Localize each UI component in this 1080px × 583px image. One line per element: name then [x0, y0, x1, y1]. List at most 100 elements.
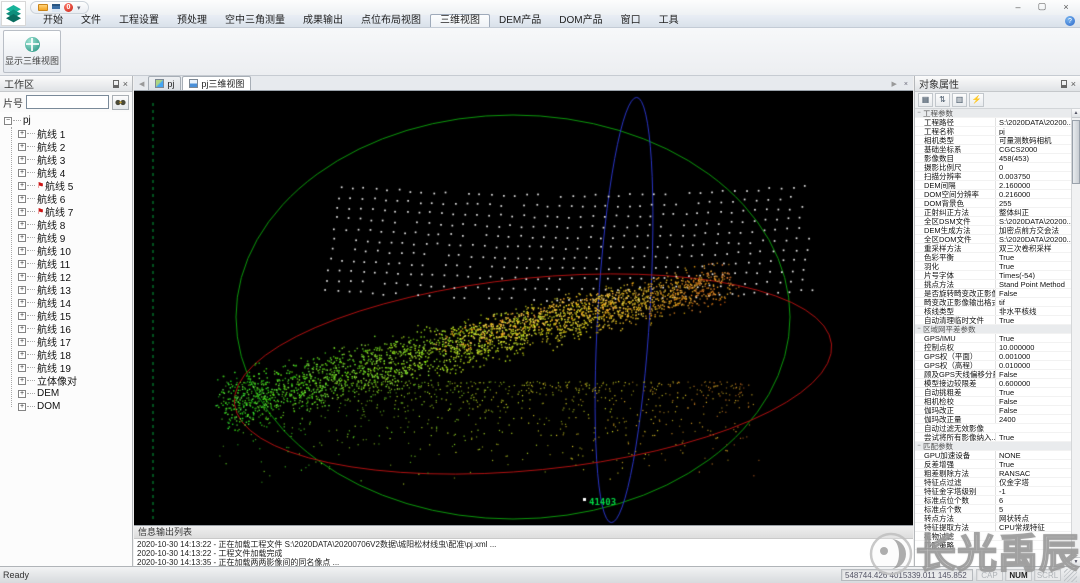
tree-item-21[interactable]: + DOM — [18, 400, 132, 413]
menu-tab-6[interactable]: 点位布局视图 — [352, 14, 430, 27]
expand-icon[interactable]: + — [18, 272, 26, 281]
property-value[interactable]: 网状转点 — [995, 514, 1071, 522]
tree-item-1[interactable]: + 航线 2 — [18, 140, 132, 154]
property-row[interactable]: 自动清理临时文件 True — [915, 316, 1071, 325]
property-value[interactable]: 0 — [995, 163, 1071, 171]
property-row[interactable]: 羽化 True — [915, 262, 1071, 271]
expand-icon[interactable]: + — [18, 207, 26, 216]
tree-item-15[interactable]: + 航线 16 — [18, 322, 132, 336]
property-value[interactable]: True — [995, 262, 1071, 270]
property-row[interactable]: 片号字体 Times(-54) — [915, 271, 1071, 280]
tree-item-17[interactable]: + 航线 18 — [18, 348, 132, 362]
property-value[interactable]: False — [995, 397, 1071, 405]
tree-item-5[interactable]: + 航线 6 — [18, 192, 132, 206]
expand-icon[interactable]: + — [18, 181, 26, 190]
property-value[interactable]: 5 — [995, 505, 1071, 513]
property-value[interactable]: 非水平核线 — [995, 307, 1071, 315]
property-row[interactable]: DEM生成方法 加密点前方交会法 — [915, 226, 1071, 235]
tree-item-12[interactable]: + 航线 13 — [18, 283, 132, 297]
property-group-1[interactable]: − 区域网平差参数 — [915, 325, 1071, 334]
expand-icon[interactable]: + — [18, 246, 26, 255]
show-3d-view-button[interactable]: 显示三维视图 — [3, 30, 61, 73]
property-value[interactable]: 255 — [995, 199, 1071, 207]
property-row[interactable]: 特征点过滤 仅金字塔 — [915, 478, 1071, 487]
property-row[interactable]: 全区DOM文件 S:\2020DATA\20200... — [915, 235, 1071, 244]
property-value[interactable]: 0.010000 — [995, 361, 1071, 369]
property-row[interactable]: GPS权（平面） 0.001000 — [915, 352, 1071, 361]
property-row[interactable]: 粗差剔除方法 RANSAC — [915, 469, 1071, 478]
property-row[interactable]: GPU加速设备 NONE — [915, 451, 1071, 460]
property-value[interactable]: 6 — [995, 496, 1071, 504]
sort-az-icon[interactable]: ⇅ — [935, 93, 950, 107]
property-row[interactable]: 影像数目 458(453) — [915, 154, 1071, 163]
property-value[interactable]: CPU常规特征 — [995, 523, 1071, 531]
property-scrollbar[interactable]: ▲ ▼ — [1071, 109, 1080, 566]
tab-close-icon[interactable]: × — [901, 81, 911, 90]
property-value[interactable]: 整体纠正 — [995, 208, 1071, 216]
property-row[interactable]: 自动过滤无效影像 — [915, 424, 1071, 433]
menu-tab-0[interactable]: 开始 — [34, 14, 72, 27]
help-icon[interactable]: ? — [1065, 16, 1075, 26]
minimize-button[interactable]: – — [1006, 0, 1030, 13]
expand-icon[interactable]: + — [18, 220, 26, 229]
property-value[interactable]: True — [995, 460, 1071, 468]
property-value[interactable]: 0.001000 — [995, 352, 1071, 360]
property-row[interactable]: 摄影比例尺 0 — [915, 163, 1071, 172]
property-value[interactable]: 仅金字塔 — [995, 478, 1071, 486]
property-value[interactable]: 0.600000 — [995, 379, 1071, 387]
property-value[interactable]: -1 — [995, 487, 1071, 495]
property-row[interactable]: 全区DSM文件 S:\2020DATA\20200... — [915, 217, 1071, 226]
point-cloud-canvas[interactable] — [134, 91, 913, 525]
menu-tab-1[interactable]: 文件 — [72, 14, 110, 27]
property-value[interactable]: CGCS2000 — [995, 145, 1071, 153]
menu-tab-3[interactable]: 预处理 — [168, 14, 216, 27]
property-value[interactable]: Times(-54) — [995, 271, 1071, 279]
close-icon[interactable]: × — [1071, 79, 1076, 88]
property-row[interactable]: 顾及GPS天线偏移分量 False — [915, 370, 1071, 379]
expand-icon[interactable]: + — [18, 311, 26, 320]
tree-item-3[interactable]: + 航线 4 — [18, 166, 132, 180]
tree-root[interactable]: − pj — [4, 114, 132, 127]
expand-icon[interactable]: + — [18, 298, 26, 307]
menu-tab-4[interactable]: 空中三角测量 — [216, 14, 294, 27]
save-icon[interactable] — [52, 3, 60, 12]
collapse-icon[interactable]: − — [915, 325, 923, 333]
property-value[interactable]: True — [995, 433, 1071, 441]
property-row[interactable]: 匹配策略 — [915, 541, 1071, 550]
tree-item-11[interactable]: + 航线 12 — [18, 270, 132, 284]
property-row[interactable]: 相机检校 False — [915, 397, 1071, 406]
categorized-view-icon[interactable]: ▦ — [918, 93, 933, 107]
expand-icon[interactable]: + — [18, 337, 26, 346]
expand-icon[interactable]: + — [18, 259, 26, 268]
property-row[interactable]: GPS/IMU True — [915, 334, 1071, 343]
collapse-icon[interactable]: − — [915, 109, 923, 117]
open-folder-icon[interactable] — [38, 4, 48, 11]
property-row[interactable]: 标准点个数 5 — [915, 505, 1071, 514]
expand-icon[interactable]: + — [18, 155, 26, 164]
property-row[interactable]: 畸变改正影像输出格式 tif — [915, 298, 1071, 307]
property-row[interactable]: 自动挑粗差 True — [915, 388, 1071, 397]
tree-item-9[interactable]: + 航线 10 — [18, 244, 132, 258]
expand-icon[interactable]: + — [18, 168, 26, 177]
scrollbar-thumb[interactable] — [1072, 120, 1080, 184]
qat-dropdown-icon[interactable]: ▾ — [77, 4, 81, 12]
property-row[interactable]: 重采样方法 双三次卷积采样 — [915, 244, 1071, 253]
tree-item-13[interactable]: + 航线 14 — [18, 296, 132, 310]
filter-input[interactable] — [26, 95, 109, 109]
property-row[interactable]: 植物过滤 — [915, 532, 1071, 541]
lightning-icon[interactable]: ⚡ — [969, 93, 984, 107]
property-row[interactable]: 相机类型 可量测数码相机 — [915, 136, 1071, 145]
property-value[interactable]: False — [995, 406, 1071, 414]
tree-item-7[interactable]: + 航线 8 — [18, 218, 132, 232]
property-value[interactable]: S:\2020DATA\20200... — [995, 217, 1071, 225]
property-value[interactable]: True — [995, 253, 1071, 261]
collapse-icon[interactable]: − — [4, 116, 12, 125]
property-row[interactable]: 基础坐标系 CGCS2000 — [915, 145, 1071, 154]
expand-icon[interactable]: + — [18, 376, 26, 385]
search-button[interactable] — [112, 94, 129, 110]
property-value[interactable]: 0.003750 — [995, 172, 1071, 180]
record-count-badge[interactable]: 0 — [64, 3, 73, 12]
property-row[interactable]: 模型接边较限差 0.600000 — [915, 379, 1071, 388]
property-row[interactable]: GPS权（高程） 0.010000 — [915, 361, 1071, 370]
pin-icon[interactable] — [1060, 79, 1067, 88]
